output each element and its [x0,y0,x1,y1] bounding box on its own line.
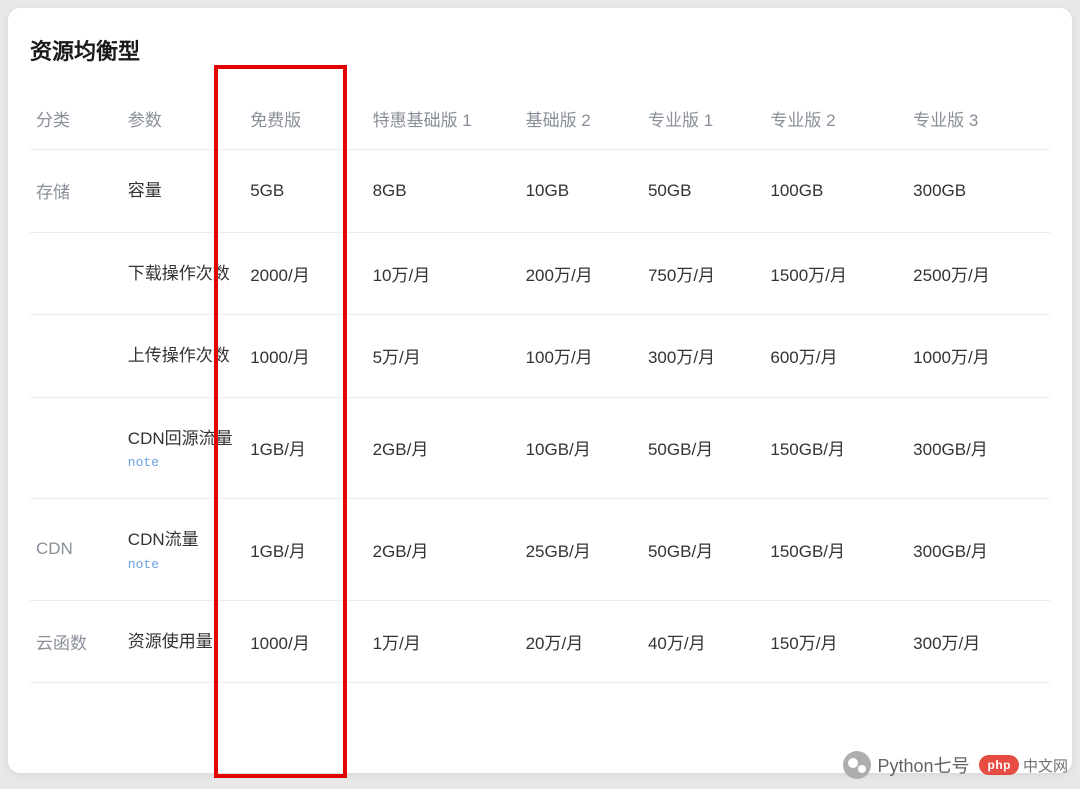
table-header-row: 分类 参数 免费版 特惠基础版 1 基础版 2 专业版 1 专业版 2 专业版 … [30,94,1050,150]
cell-value: 10万/月 [367,232,520,315]
cell-value: 300GB [907,150,1050,233]
cell-param: CDN回源流量 note [122,397,244,499]
table-row: CDN回源流量 note 1GB/月2GB/月10GB/月50GB/月150GB/月… [30,397,1050,499]
col-category: 分类 [30,94,122,150]
cell-value: 1GB/月 [244,397,366,499]
cell-param: 容量 [122,150,244,233]
cell-category [30,315,122,398]
cell-value: 750万/月 [642,232,764,315]
pricing-card: 资源均衡型 分类 参数 免费版 特惠基础版 1 基础版 2 专业版 1 专业版 … [8,8,1072,773]
cell-value: 20万/月 [520,600,642,683]
param-label: 下载操作次数 [128,261,238,287]
param-note: note [128,455,238,470]
cell-value: 50GB/月 [642,499,764,601]
cell-category [30,232,122,315]
watermark: Python七号 php 中文网 [843,751,1068,779]
col-param: 参数 [122,94,244,150]
cell-value: 8GB [367,150,520,233]
col-free: 免费版 [244,94,366,150]
php-watermark: php 中文网 [979,755,1068,776]
cell-category: CDN [30,499,122,601]
cell-value: 50GB [642,150,764,233]
cell-value: 1000/月 [244,315,366,398]
cell-value: 300万/月 [907,600,1050,683]
param-label: CDN回源流量 [128,426,238,452]
cell-value: 2500万/月 [907,232,1050,315]
cell-value: 1万/月 [367,600,520,683]
col-pro2: 专业版 2 [764,94,907,150]
cell-value: 2000/月 [244,232,366,315]
cell-value: 150GB/月 [764,499,907,601]
param-label: CDN流量 [128,527,238,553]
table-row: CDNCDN流量 note 1GB/月2GB/月25GB/月50GB/月150GB/… [30,499,1050,601]
cell-value: 1000万/月 [907,315,1050,398]
col-pro3: 专业版 3 [907,94,1050,150]
cell-value: 2GB/月 [367,499,520,601]
col-basic2: 基础版 2 [520,94,642,150]
pricing-table: 分类 参数 免费版 特惠基础版 1 基础版 2 专业版 1 专业版 2 专业版 … [30,94,1050,683]
cell-value: 600万/月 [764,315,907,398]
cell-param: 下载操作次数 [122,232,244,315]
cell-value: 1GB/月 [244,499,366,601]
php-badge: php [979,755,1019,775]
cell-param: 上传操作次数 [122,315,244,398]
cell-value: 100万/月 [520,315,642,398]
cell-value: 1000/月 [244,600,366,683]
cell-value: 150GB/月 [764,397,907,499]
param-label: 上传操作次数 [128,343,238,369]
cell-param: CDN流量 note [122,499,244,601]
cell-value: 40万/月 [642,600,764,683]
cell-value: 5万/月 [367,315,520,398]
card-title: 资源均衡型 [30,34,1050,66]
cell-value: 5GB [244,150,366,233]
cell-value: 50GB/月 [642,397,764,499]
cell-value: 150万/月 [764,600,907,683]
table-row: 存储容量5GB8GB10GB50GB100GB300GB [30,150,1050,233]
wechat-text: Python七号 [877,752,969,778]
col-pro1: 专业版 1 [642,94,764,150]
cell-category: 存储 [30,150,122,233]
cell-value: 1500万/月 [764,232,907,315]
cell-value: 25GB/月 [520,499,642,601]
table-row: 下载操作次数2000/月10万/月200万/月750万/月1500万/月2500… [30,232,1050,315]
cell-value: 100GB [764,150,907,233]
cell-value: 10GB [520,150,642,233]
table-row: 云函数资源使用量1000/月1万/月20万/月40万/月150万/月300万/月 [30,600,1050,683]
cell-value: 300万/月 [642,315,764,398]
php-text: 中文网 [1023,755,1068,776]
cell-category: 云函数 [30,600,122,683]
cell-param: 资源使用量 [122,600,244,683]
wechat-watermark: Python七号 [843,751,969,779]
cell-value: 200万/月 [520,232,642,315]
col-basic1: 特惠基础版 1 [367,94,520,150]
cell-value: 10GB/月 [520,397,642,499]
table-row: 上传操作次数1000/月5万/月100万/月300万/月600万/月1000万/… [30,315,1050,398]
cell-value: 2GB/月 [367,397,520,499]
wechat-icon [843,751,871,779]
cell-category [30,397,122,499]
cell-value: 300GB/月 [907,499,1050,601]
param-label: 容量 [128,178,238,204]
cell-value: 300GB/月 [907,397,1050,499]
param-label: 资源使用量 [128,629,238,655]
param-note: note [128,557,238,572]
